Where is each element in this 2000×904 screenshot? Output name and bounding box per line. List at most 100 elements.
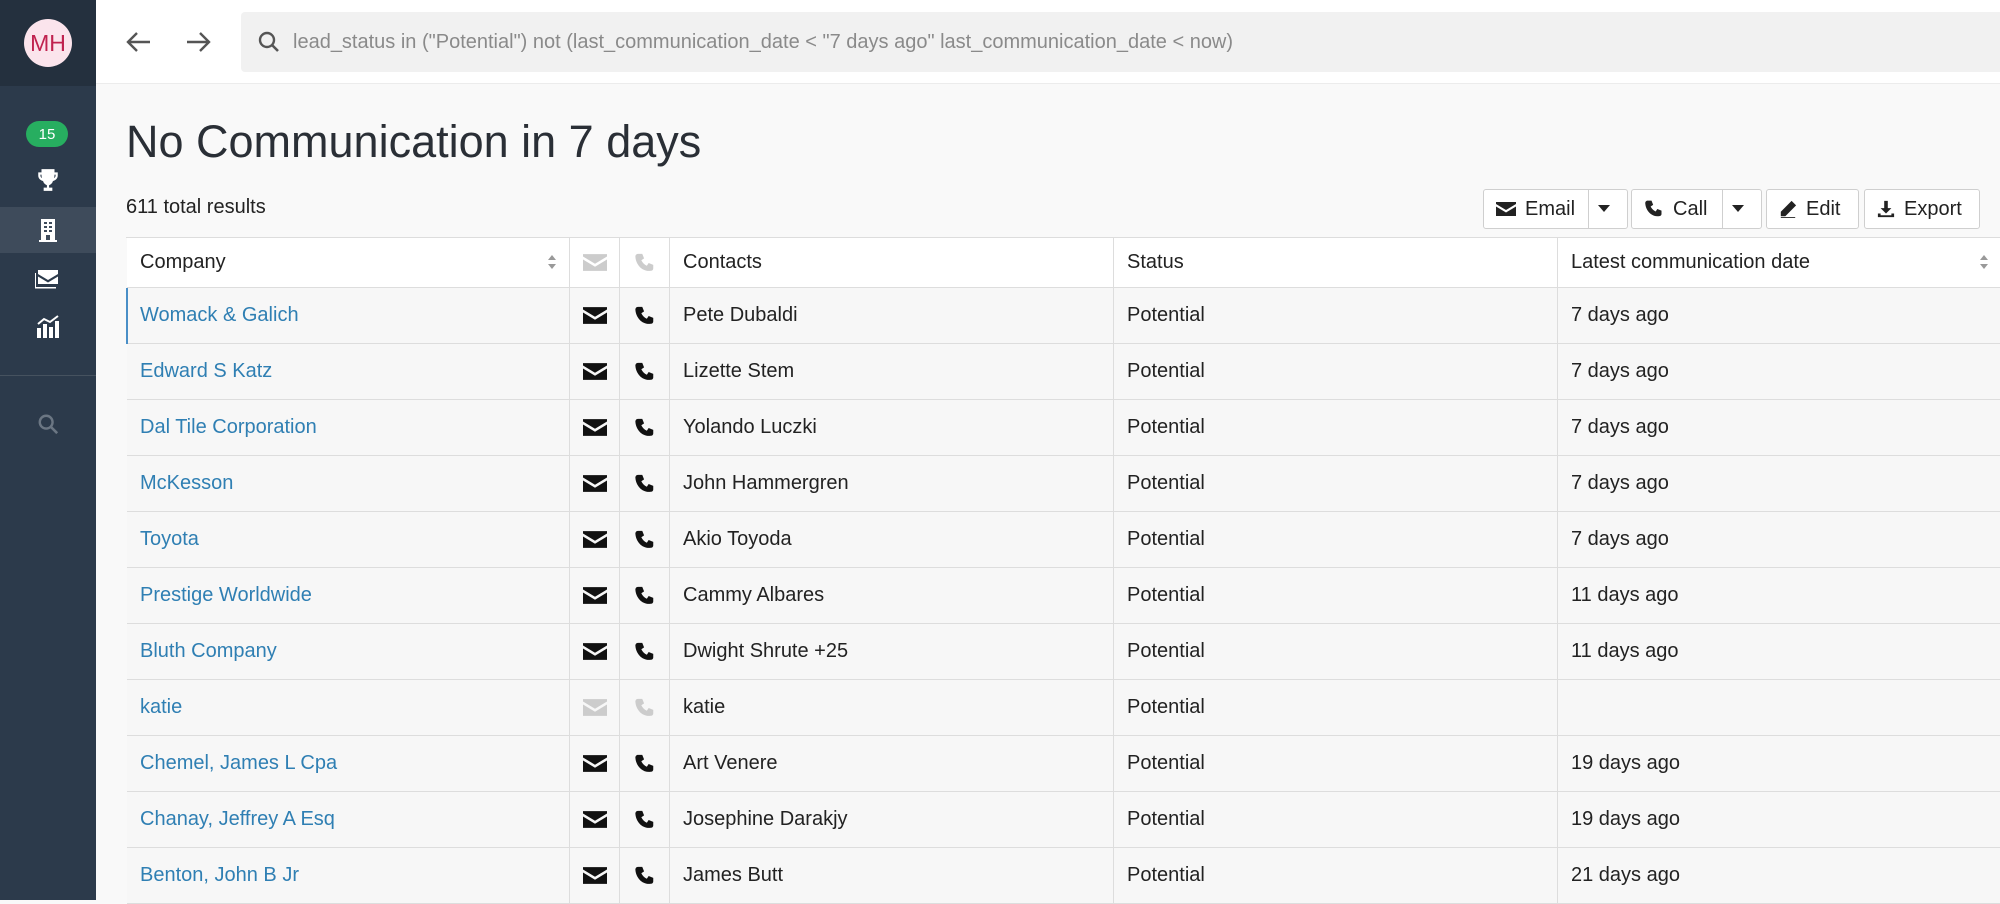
call-dropdown-button[interactable] — [1722, 189, 1762, 229]
table-row[interactable]: Dal Tile Corporation Yolando Luczki Pote… — [127, 400, 2000, 456]
company-link[interactable]: katie — [140, 696, 182, 719]
status-cell: Potential — [1114, 288, 1558, 343]
sidebar-item-inbox[interactable] — [0, 256, 96, 302]
edit-button[interactable]: Edit — [1766, 189, 1859, 229]
company-link[interactable]: Benton, John B Jr — [140, 864, 299, 887]
company-link[interactable]: Chanay, Jeffrey A Esq — [140, 808, 335, 831]
sidebar-item-companies[interactable] — [0, 207, 96, 253]
phone-cell[interactable] — [620, 792, 670, 847]
contact-name: Dwight Shrute +25 — [683, 640, 849, 662]
table-row[interactable]: katie katie Potential — [127, 680, 2000, 736]
latest-communication-cell: 7 days ago — [1558, 512, 2000, 567]
phone-cell[interactable] — [620, 288, 670, 343]
column-header-label: Company — [140, 251, 226, 273]
email-dropdown-button[interactable] — [1588, 189, 1628, 229]
company-link[interactable]: Chemel, James L Cpa — [140, 752, 337, 775]
company-link[interactable]: Edward S Katz — [140, 360, 272, 383]
column-header-label: Latest communication date — [1571, 251, 1811, 273]
export-button[interactable]: Export — [1864, 189, 1980, 229]
email-cell[interactable] — [570, 848, 620, 903]
page-title: No Communication in 7 days — [126, 116, 702, 167]
email-cell[interactable] — [570, 456, 620, 511]
status-value: Potential — [1127, 864, 1205, 886]
status-cell: Potential — [1114, 792, 1558, 847]
table-row[interactable]: Chanay, Jeffrey A Esq Josephine Darakjy … — [127, 792, 2000, 848]
email-cell[interactable] — [570, 568, 620, 623]
latest-communication-cell: 11 days ago — [1558, 568, 2000, 623]
phone-cell[interactable] — [620, 624, 670, 679]
company-cell: Dal Tile Corporation — [127, 400, 570, 455]
column-header-latest-communication[interactable]: Latest communication date — [1558, 238, 2000, 287]
company-cell: Bluth Company — [127, 624, 570, 679]
email-cell[interactable] — [570, 680, 620, 735]
latest-communication-cell: 7 days ago — [1558, 400, 2000, 455]
company-cell: Prestige Worldwide — [127, 568, 570, 623]
table-row[interactable]: McKesson John Hammergren Potential 7 day… — [127, 456, 2000, 512]
email-cell[interactable] — [570, 288, 620, 343]
table-row[interactable]: Edward S Katz Lizette Stem Potential 7 d… — [127, 344, 2000, 400]
sidebar-item-reports[interactable] — [0, 304, 96, 350]
avatar[interactable]: MH — [24, 19, 72, 67]
company-link[interactable]: Bluth Company — [140, 640, 277, 663]
table-row[interactable]: Bluth Company Dwight Shrute +25 Potentia… — [127, 624, 2000, 680]
contact-name: Art Venere — [683, 752, 778, 774]
company-link[interactable]: McKesson — [140, 472, 233, 495]
email-button[interactable]: Email — [1483, 189, 1589, 229]
column-header-label: Contacts — [683, 251, 762, 273]
table-row[interactable]: Chemel, James L Cpa Art Venere Potential… — [127, 736, 2000, 792]
sidebar-item-leaderboard[interactable] — [0, 157, 96, 203]
company-cell: Chemel, James L Cpa — [127, 736, 570, 791]
company-link[interactable]: Womack & Galich — [140, 304, 299, 327]
latest-communication-cell: 7 days ago — [1558, 288, 2000, 343]
email-cell[interactable] — [570, 344, 620, 399]
contact-name: Yolando Luczki — [683, 416, 817, 438]
latest-communication-cell: 7 days ago — [1558, 344, 2000, 399]
phone-icon — [634, 698, 653, 716]
column-header-status[interactable]: Status — [1114, 238, 1558, 287]
column-header-company[interactable]: Company — [127, 238, 570, 287]
phone-cell[interactable] — [620, 400, 670, 455]
latest-communication-cell: 7 days ago — [1558, 456, 2000, 511]
column-header-contacts[interactable]: Contacts — [670, 238, 1114, 287]
contacts-cell: katie — [670, 680, 1114, 735]
email-cell[interactable] — [570, 624, 620, 679]
company-link[interactable]: Toyota — [140, 528, 199, 551]
email-cell[interactable] — [570, 400, 620, 455]
back-button[interactable] — [119, 22, 159, 62]
status-value: Potential — [1127, 304, 1205, 326]
building-icon — [39, 219, 57, 242]
table-row[interactable]: Toyota Akio Toyoda Potential 7 days ago — [127, 512, 2000, 568]
contacts-cell: Akio Toyoda — [670, 512, 1114, 567]
phone-cell[interactable] — [620, 736, 670, 791]
contact-name: Lizette Stem — [683, 360, 795, 382]
phone-cell[interactable] — [620, 848, 670, 903]
phone-cell[interactable] — [620, 680, 670, 735]
phone-cell[interactable] — [620, 344, 670, 399]
sidebar-item-search[interactable] — [0, 401, 96, 447]
call-button-label: Call — [1673, 197, 1708, 220]
notification-badge[interactable]: 15 — [26, 121, 68, 147]
latest-communication-cell: 11 days ago — [1558, 624, 2000, 679]
search-input[interactable]: lead_status in ("Potential") not (last_c… — [293, 12, 1993, 72]
caret-down-icon — [1731, 205, 1744, 212]
phone-cell[interactable] — [620, 456, 670, 511]
call-button[interactable]: Call — [1631, 189, 1723, 229]
company-link[interactable]: Prestige Worldwide — [140, 584, 312, 607]
table-row[interactable]: Womack & Galich Pete Dubaldi Potential 7… — [126, 288, 2000, 344]
email-cell[interactable] — [570, 512, 620, 567]
forward-button[interactable] — [178, 22, 218, 62]
table-row[interactable]: Prestige Worldwide Cammy Albares Potenti… — [127, 568, 2000, 624]
mail-icon — [582, 755, 607, 772]
phone-cell[interactable] — [620, 568, 670, 623]
table-row[interactable]: Benton, John B Jr James Butt Potential 2… — [127, 848, 2000, 904]
status-cell: Potential — [1114, 736, 1558, 791]
company-cell: katie — [127, 680, 570, 735]
contact-name: katie — [683, 696, 726, 718]
mail-icon — [582, 254, 607, 271]
phone-cell[interactable] — [620, 512, 670, 567]
company-cell: Benton, John B Jr — [127, 848, 570, 903]
company-link[interactable]: Dal Tile Corporation — [140, 416, 317, 439]
email-cell[interactable] — [570, 792, 620, 847]
email-cell[interactable] — [570, 736, 620, 791]
contacts-cell: Yolando Luczki — [670, 400, 1114, 455]
